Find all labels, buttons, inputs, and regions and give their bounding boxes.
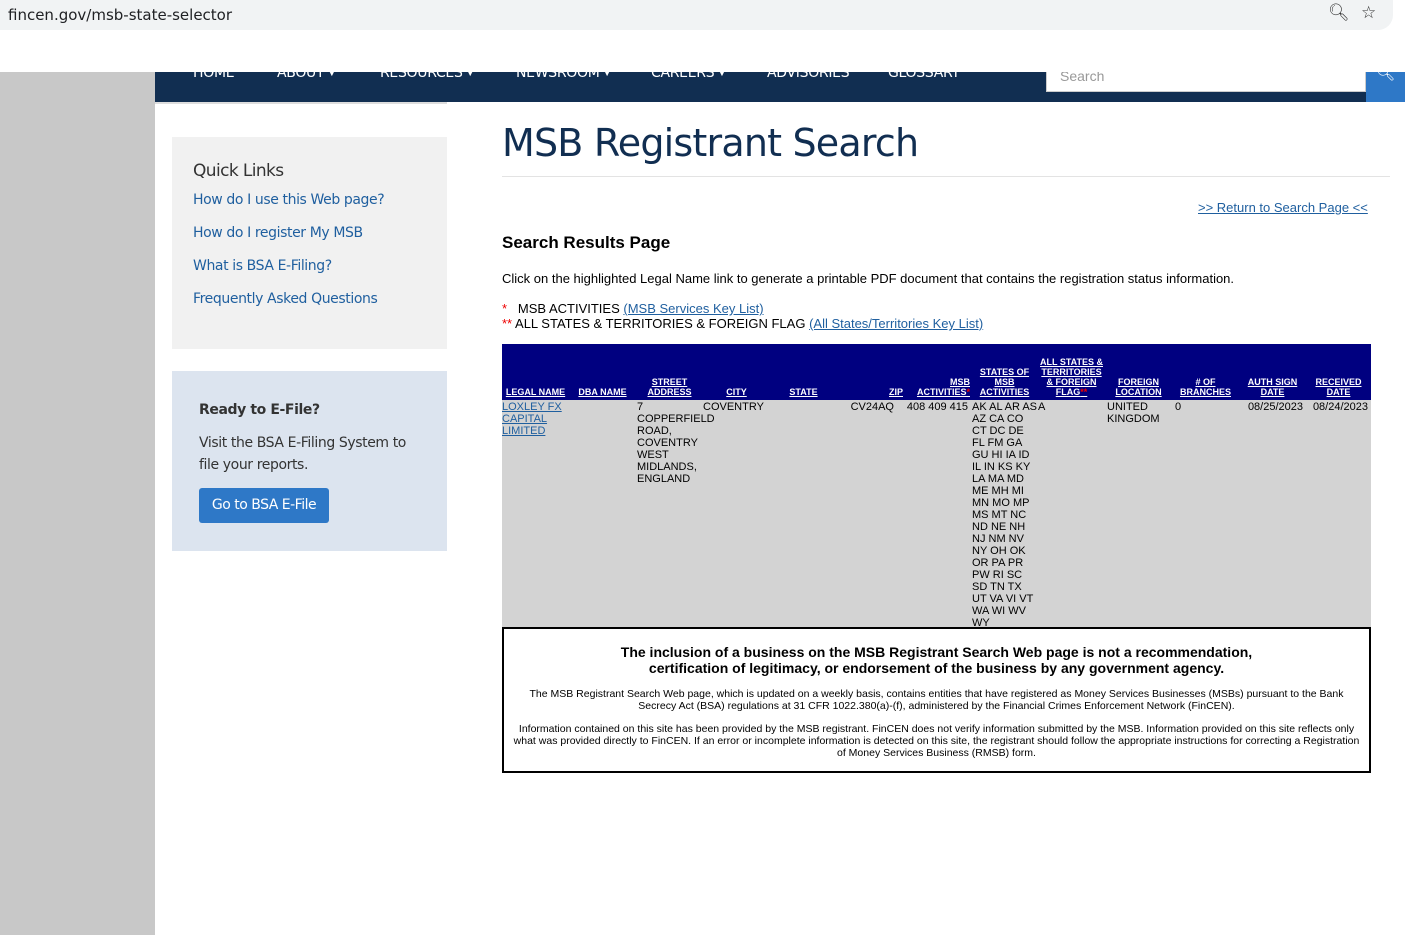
disclaimer-paragraph-1: The MSB Registrant Search Web page, whic… <box>529 688 1344 712</box>
search-icon: 🔍︎ <box>1375 72 1396 82</box>
header-foreign-location[interactable]: FOREIGN LOCATION <box>1105 344 1172 400</box>
msb-activities-key: * MSB ACTIVITIES (MSB Services Key List) <box>502 301 764 316</box>
header-received-date[interactable]: RECEIVED DATE <box>1306 344 1371 400</box>
quick-links-title: Quick Links <box>193 161 284 181</box>
table-header-row: LEGAL NAME DBA NAME STREET ADDRESS CITY … <box>502 344 1371 400</box>
search-input[interactable]: Search <box>1046 72 1366 92</box>
header-state[interactable]: STATE <box>770 344 837 400</box>
header-dba-name[interactable]: DBA NAME <box>569 344 636 400</box>
bookmark-star-icon[interactable]: ☆ <box>1361 3 1376 23</box>
nav-glossary[interactable]: GLOSSARY <box>888 72 960 81</box>
quick-links-panel: Quick Links How do I use this Web page? … <box>172 137 447 349</box>
all-states-key: ** ALL STATES & TERRITORIES & FOREIGN FL… <box>502 316 984 331</box>
go-to-bsa-efile-button[interactable]: Go to BSA E-File <box>199 488 329 523</box>
nav-newsroom[interactable]: NEWSROOM ▼ <box>516 72 611 81</box>
instruction-text: Click on the highlighted Legal Name link… <box>502 271 1235 286</box>
disclaimer-box: The inclusion of a business on the MSB R… <box>502 627 1371 773</box>
nav-advisories[interactable]: ADVISORIES <box>767 72 850 81</box>
caret-down-icon: ▼ <box>718 72 726 78</box>
search-button[interactable]: 🔍︎ <box>1366 72 1405 102</box>
efile-title: Ready to E-File? <box>199 402 320 418</box>
page-title: MSB Registrant Search <box>502 121 919 165</box>
header-msb-activities[interactable]: MSB ACTIVITIES* <box>904 344 971 400</box>
url-text[interactable]: fincen.gov/msb-state-selector <box>8 6 232 24</box>
nav-about[interactable]: ABOUT ▼ <box>277 72 335 81</box>
results-heading: Search Results Page <box>502 233 671 252</box>
address-bar[interactable]: fincen.gov/msb-state-selector 🔍︎ ☆ <box>0 0 1393 30</box>
quick-link-register-msb[interactable]: How do I register My MSB <box>193 225 363 241</box>
efile-text: Visit the BSA E-Filing System to file yo… <box>199 435 406 473</box>
header-street-address[interactable]: STREET ADDRESS <box>636 344 703 400</box>
header-branches[interactable]: # OF BRANCHES <box>1172 344 1239 400</box>
divider <box>502 176 1390 177</box>
msb-services-key-list-link[interactable]: (MSB Services Key List) <box>623 301 763 316</box>
quick-link-faq[interactable]: Frequently Asked Questions <box>193 291 378 307</box>
zoom-icon[interactable]: 🔍︎ <box>1328 3 1350 23</box>
efile-panel: Ready to E-File? Visit the BSA E-Filing … <box>172 371 447 551</box>
header-states-of-msb[interactable]: STATES OF MSB ACTIVITIES <box>971 344 1038 400</box>
caret-down-icon: ▼ <box>603 72 611 78</box>
caret-down-icon: ▼ <box>466 72 474 78</box>
nav-careers[interactable]: CAREERS ▼ <box>651 72 725 81</box>
divider <box>155 102 447 104</box>
header-auth-sign-date[interactable]: AUTH SIGN DATE <box>1239 344 1306 400</box>
header-city[interactable]: CITY <box>703 344 770 400</box>
quick-link-how-to-use[interactable]: How do I use this Web page? <box>193 192 385 208</box>
left-gutter <box>0 72 155 935</box>
all-states-key-list-link[interactable]: (All States/Territories Key List) <box>809 316 983 331</box>
legal-name-link[interactable]: LOXLEY FX CAPITAL LIMITED <box>502 401 562 437</box>
header-all-states[interactable]: ALL STATES & TERRITORIES & FOREIGN FLAG*… <box>1038 344 1105 400</box>
return-to-search-link[interactable]: >> Return to Search Page << <box>1198 200 1368 215</box>
quick-link-bsa-efiling[interactable]: What is BSA E-Filing? <box>193 258 332 274</box>
header-legal-name[interactable]: LEGAL NAME <box>502 344 569 400</box>
header-zip[interactable]: ZIP <box>837 344 904 400</box>
disclaimer-heading: The inclusion of a business on the MSB R… <box>620 644 1253 676</box>
caret-down-icon: ▼ <box>328 72 336 78</box>
nav-resources[interactable]: RESOURCES ▼ <box>380 72 474 81</box>
nav-home[interactable]: HOME <box>193 72 235 81</box>
disclaimer-paragraph-2: Information contained on this site has b… <box>513 723 1360 759</box>
